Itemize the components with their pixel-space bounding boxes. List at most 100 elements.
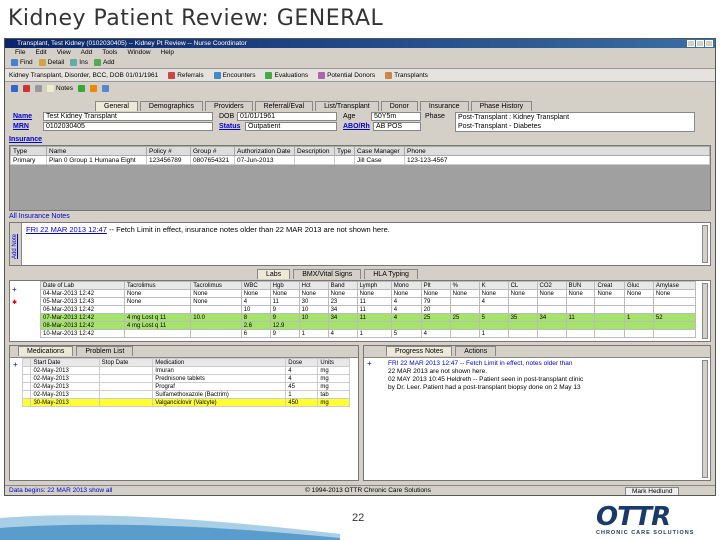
add-medication-icon[interactable]: +	[13, 360, 18, 369]
medication-cell	[98, 382, 154, 391]
tab-general[interactable]: General	[95, 101, 138, 111]
nav-transplants[interactable]: Transplants	[385, 71, 428, 79]
menu-bar: File Edit View Add Tools Window Help	[5, 48, 715, 57]
nav-evaluations[interactable]: Evaluations	[265, 71, 308, 79]
tab-insurance[interactable]: Insurance	[419, 101, 469, 111]
lab-cell: 11	[565, 313, 596, 322]
add-progress-note-icon[interactable]: +	[367, 360, 372, 368]
help-icon[interactable]	[101, 84, 109, 92]
minimize-icon[interactable]	[687, 40, 695, 47]
notes-button[interactable]: Notes	[47, 84, 73, 92]
menu-file[interactable]: File	[15, 48, 25, 57]
data-begins-link[interactable]: Data begins: 22 MAR 2013 show all	[9, 487, 112, 494]
insurance-note-link[interactable]: FRI 22 MAR 2013 12:47	[26, 225, 107, 234]
table-row[interactable]: 08-Mar-2013 12:42 4 mg Lost q 11 2.6 12.9	[40, 321, 697, 330]
table-row[interactable]: 06-Mar-2013 12:42 10 9 10 34 11 4 20	[40, 305, 697, 314]
lab-cell: 25	[420, 313, 451, 322]
lab-cell: None	[565, 289, 596, 298]
menu-edit[interactable]: Edit	[35, 48, 46, 57]
table-row[interactable]: Primary Plan 0 Group 1 Humana Eight 1234…	[10, 155, 710, 165]
tab-bmx-vital-signs[interactable]: BMX/Vital Signs	[293, 269, 362, 279]
menu-window[interactable]: Window	[127, 48, 150, 57]
table-row[interactable]: 04-Mar-2013 12:42 None None None None None Non…	[40, 289, 697, 298]
back-icon[interactable]	[11, 84, 18, 92]
tab-actions[interactable]: Actions	[455, 346, 497, 356]
list-item[interactable]: 02-May-2013 Sulfamethoxazole (Bactrim) 1 ta…	[21, 390, 350, 399]
mrn-field[interactable]: 0102030405	[43, 122, 213, 131]
detail-icon	[38, 59, 46, 66]
tab-labs[interactable]: Labs	[257, 269, 291, 279]
transplants-icon	[385, 71, 393, 79]
menu-tools[interactable]: Tools	[102, 48, 117, 57]
tab-donor[interactable]: Donor	[380, 101, 418, 111]
nav-encounters[interactable]: Encounters	[213, 71, 255, 79]
mrn-label[interactable]: MRN	[13, 123, 29, 130]
tab-list-transplant[interactable]: List/Transplant	[315, 101, 379, 111]
encounters-icon	[213, 71, 221, 79]
status-label[interactable]: Status	[219, 123, 240, 130]
insurance-label[interactable]: Insurance	[9, 136, 42, 143]
flag-icon[interactable]	[23, 84, 30, 92]
nav-referrals[interactable]: Referrals	[168, 71, 204, 79]
abo-label[interactable]: ABO/Rh	[343, 123, 370, 130]
list-item[interactable]: 30-May-2013 Valganciclovir (Valcyte) 450 mg	[21, 398, 350, 407]
ins-button[interactable]: Ins	[70, 59, 88, 66]
add-button[interactable]: Add	[93, 59, 115, 66]
lab-cell	[123, 329, 192, 338]
tab-problem-list[interactable]: Problem List	[76, 346, 134, 356]
add-lab-icon[interactable]: +	[12, 285, 17, 294]
lab-cell	[536, 297, 567, 306]
lab-header-cell: BUN	[565, 281, 596, 290]
tab-medications[interactable]: Medications	[18, 346, 74, 356]
tab-providers[interactable]: Providers	[205, 101, 253, 111]
medication-cell: 02-May-2013	[30, 390, 100, 399]
lab-scrollbar[interactable]	[702, 283, 708, 339]
status-field[interactable]: Outpatient	[245, 122, 337, 131]
close-icon[interactable]	[705, 40, 713, 47]
medication-header-row: Start Date Stop Date Medication Dose Units	[21, 358, 350, 367]
tab-referral-eval[interactable]: Referral/Eval	[254, 101, 314, 111]
medication-header-cell: Dose	[285, 358, 319, 367]
nav-potential-donors[interactable]: Potential Donors	[318, 71, 375, 79]
lab-cell	[652, 305, 697, 314]
logo-text: OTTR	[596, 502, 671, 532]
lab-cell	[449, 297, 480, 306]
phase-field[interactable]: Post-Transplant : Kidney Transplant Post…	[455, 112, 695, 132]
tab-demographics[interactable]: Demographics	[139, 101, 204, 111]
tab-phase-history[interactable]: Phase History	[470, 101, 533, 111]
progress-scrollbar[interactable]	[702, 360, 708, 478]
name-field[interactable]: Test Kidney Transplant	[43, 112, 213, 121]
medication-cell	[21, 398, 32, 407]
insurance-note-entry: FRI 22 MAR 2013 12:47 -- Fetch Limit in …	[26, 225, 390, 234]
alert-icon[interactable]	[89, 84, 97, 92]
lab-cell: 34	[327, 313, 358, 322]
medication-cell	[98, 374, 154, 383]
age-field[interactable]: 50Y5m	[371, 112, 421, 121]
lab-cell: 4	[390, 305, 422, 314]
table-row[interactable]: 07-Mar-2013 12:42 4 mg Lost q 11 10.0 8 9 10 3…	[40, 313, 697, 322]
detail-button[interactable]: Detail	[38, 59, 64, 66]
abo-field[interactable]: AB POS	[373, 122, 421, 131]
tab-progress-notes[interactable]: Progress Notes	[386, 346, 453, 356]
find-button[interactable]: Find	[11, 59, 33, 66]
print-icon[interactable]	[35, 84, 42, 92]
progress-note-link[interactable]: FRI 22 MAR 2013 12:47 -- Fetch Limit in …	[388, 360, 583, 368]
add-note-link[interactable]: Add Note	[12, 234, 18, 259]
flag-lab-icon[interactable]: ✱	[12, 299, 17, 306]
notes-scrollbar[interactable]	[702, 225, 708, 263]
list-item[interactable]: 02-May-2013 Prograf 45 mg	[21, 382, 350, 391]
phase-label: Phase	[425, 113, 445, 120]
dob-field[interactable]: 01/01/1961	[237, 112, 337, 121]
refresh-icon[interactable]	[77, 84, 85, 92]
menu-add[interactable]: Add	[81, 48, 93, 57]
table-row[interactable]: 05-Mar-2013 12:43 None None 4 11 30 23 11 4 79 4	[40, 297, 697, 306]
medication-header-cell: Medication	[152, 358, 287, 367]
table-row[interactable]: 10-Mar-2013 12:42 6 9 1 4 1 5 4 1	[40, 329, 697, 338]
medication-cell: Prednisone tablets	[152, 374, 287, 383]
tab-hla-typing[interactable]: HLA Typing	[364, 269, 418, 279]
menu-help[interactable]: Help	[161, 48, 174, 57]
list-item[interactable]: 02-May-2013 Prednisone tablets 4 mg	[21, 374, 350, 383]
list-item[interactable]: 02-May-2013 Imuran 4 mg	[21, 366, 350, 375]
maximize-icon[interactable]	[696, 40, 704, 47]
menu-view[interactable]: View	[57, 48, 71, 57]
